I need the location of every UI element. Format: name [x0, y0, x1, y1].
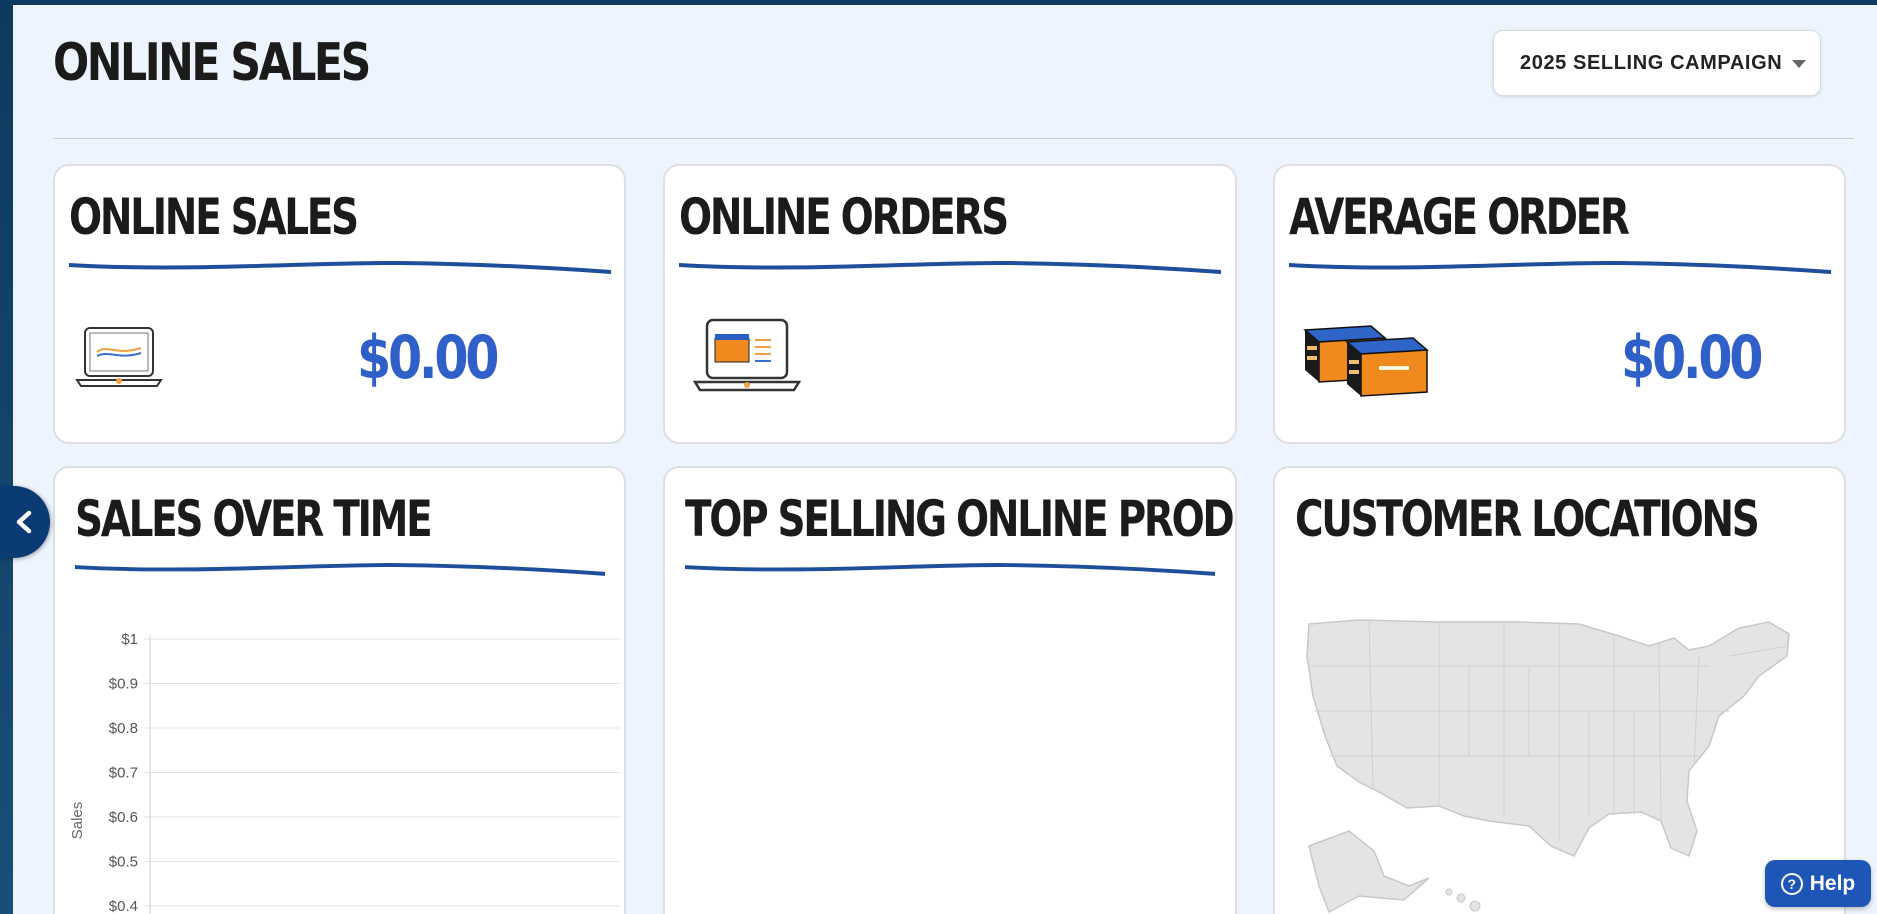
help-label: Help — [1809, 871, 1856, 895]
header-divider — [53, 138, 1854, 139]
title-underline — [69, 260, 611, 274]
top-products-title: TOP SELLING ONLINE PRODUCTS — [685, 490, 1235, 548]
help-button[interactable]: ? Help — [1765, 860, 1871, 907]
y-tick-label: $0.4 — [109, 898, 138, 914]
title-underline — [679, 260, 1221, 274]
average-order-title: AVERAGE ORDER — [1289, 188, 1630, 246]
chevron-down-icon — [1792, 60, 1806, 68]
online-sales-title: ONLINE SALES — [69, 188, 359, 246]
y-tick-label: $1 — [121, 631, 138, 648]
average-order-value: $0.00 — [1621, 323, 1764, 393]
title-underline — [1289, 260, 1831, 274]
y-tick-label: $0.8 — [109, 720, 138, 737]
campaign-select-value: 2025 SELLING CAMPAIGN — [1520, 51, 1783, 74]
y-tick-label: $0.6 — [109, 809, 138, 826]
online-orders-title: ONLINE ORDERS — [679, 188, 1009, 246]
y-axis-label: Sales — [69, 802, 86, 840]
sales-over-time-card: SALES OVER TIME $1 $0.9 $0.8 $0.7 $0.6 $0.5 $0… — [53, 466, 626, 914]
dashboard-panel: ONLINE SALES 2025 SELLING CAMPAIGN ONLIN… — [13, 5, 1877, 914]
product-boxes-icon — [1303, 325, 1429, 397]
customer-locations-card: CUSTOMER LOCATIONS — [1273, 466, 1846, 914]
online-orders-card: ONLINE ORDERS — [663, 164, 1237, 444]
question-circle-icon: ? — [1780, 872, 1803, 895]
y-tick-label: $0.7 — [109, 765, 138, 782]
laptop-icon — [75, 327, 163, 387]
title-underline — [685, 563, 1215, 576]
online-sales-card: ONLINE SALES $0.00 — [53, 164, 626, 444]
average-order-card: AVERAGE ORDER $0.00 — [1273, 164, 1846, 444]
campaign-select[interactable]: 2025 SELLING CAMPAIGN — [1493, 30, 1821, 96]
online-sales-value: $0.00 — [357, 323, 500, 393]
chevron-left-icon — [16, 510, 32, 534]
laptop-orders-icon — [693, 318, 801, 392]
sales-line-chart: $1 $0.9 $0.8 $0.7 $0.6 $0.5 $0.4 Sales — [69, 631, 620, 914]
customer-locations-title: CUSTOMER LOCATIONS — [1295, 490, 1760, 548]
y-tick-label: $0.9 — [109, 676, 138, 693]
y-tick-label: $0.5 — [109, 854, 138, 871]
page-title: ONLINE SALES — [53, 33, 371, 93]
us-map[interactable] — [1289, 616, 1809, 914]
top-products-card: TOP SELLING ONLINE PRODUCTS — [663, 466, 1237, 914]
